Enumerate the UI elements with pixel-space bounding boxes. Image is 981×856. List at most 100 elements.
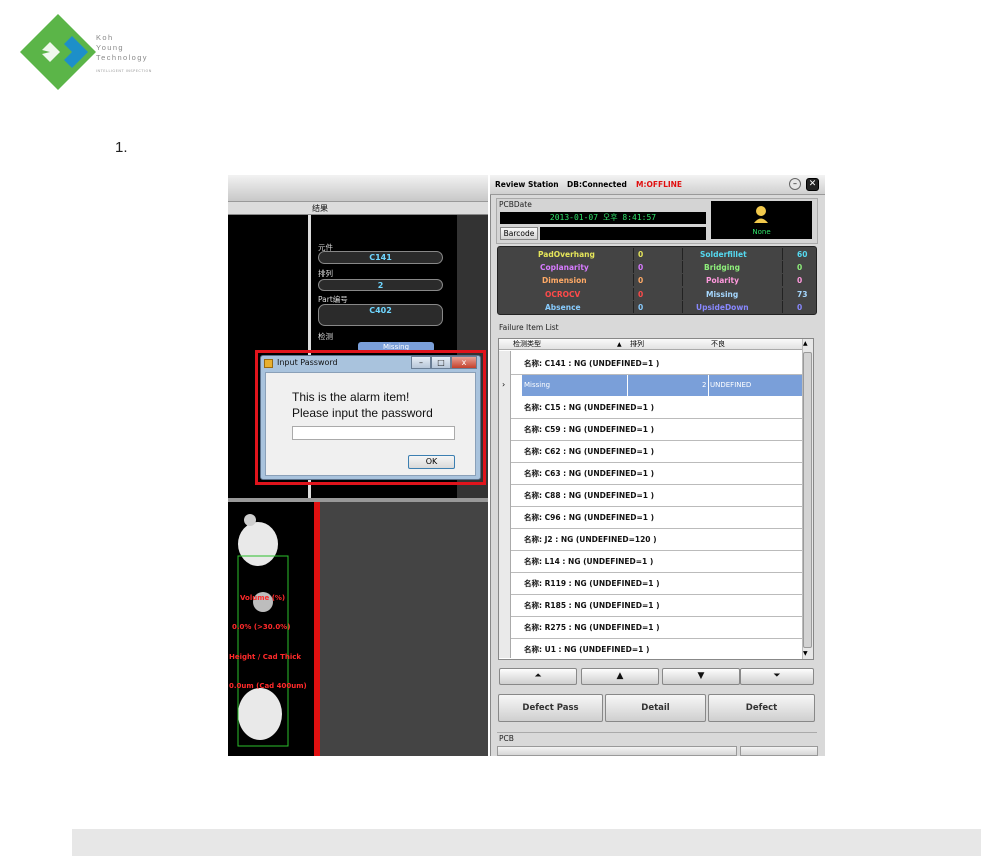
pcb-button[interactable] [740,746,818,756]
stat-divider [633,261,634,273]
view-toolbar [228,175,488,202]
inspection-label: 检测 [318,332,333,341]
array-value: 2 [318,279,443,291]
pcb-field[interactable] [497,746,737,756]
stat-label: OCROCV [545,290,581,299]
detail-button[interactable]: Detail [605,694,706,722]
selected-type: Missing [524,381,551,389]
defect-button[interactable]: Defect [708,694,815,722]
col-array[interactable]: 排列 [630,339,644,350]
review-station-title: Review Station [495,180,559,189]
stat-value: 0 [638,250,644,259]
stat-divider [782,288,783,300]
last-item-button[interactable]: ⏷ [740,668,814,685]
stat-label: Bridging [704,263,741,272]
list-item[interactable]: 名称: C141 : NG (UNDEFINED=1 ) [511,353,802,375]
list-item[interactable]: 名称: C15 : NG (UNDEFINED=1 ) [511,397,802,419]
first-item-button[interactable]: ⏶ [499,668,577,685]
component-value: C141 [318,251,443,264]
stat-row: Absence 0 UpsideDown 0 [500,301,814,314]
stat-divider [782,274,783,286]
stat-value: 0 [797,276,803,285]
stat-label: Polarity [706,276,740,285]
user-name: None [752,228,771,236]
barcode-field[interactable] [540,227,706,240]
height-label: Height / Cad Thick [229,653,302,661]
sort-arrow-icon: ▲ [617,341,622,348]
pcb-section-label: PCB [499,734,514,743]
stat-value: 0 [797,263,803,272]
list-item[interactable]: 名称: J2 : NG (UNDEFINED=120 ) [511,529,802,551]
stat-value: 60 [797,250,808,259]
stat-divider [682,301,683,313]
stat-divider [782,301,783,313]
stat-label: Absence [545,303,581,312]
col-result[interactable]: 不良 [711,339,725,350]
list-item[interactable]: 名称: U1 : NG (UNDEFINED=1 ) [511,639,802,658]
scroll-down-icon[interactable]: ▼ [803,650,808,657]
stat-value: 0 [638,303,644,312]
list-item[interactable]: 名称: C88 : NG (UNDEFINED=1 ) [511,485,802,507]
page-footer-bar [72,829,981,856]
result-header-label: 结果 [312,204,328,213]
stat-divider [682,288,683,300]
stat-row: OCROCV 0 Missing 73 [500,288,814,301]
list-item[interactable]: 名称: C59 : NG (UNDEFINED=1 ) [511,419,802,441]
stat-row: PadOverhang 0 Solderfillet 60 [500,248,814,261]
pcb-date-label: PCBDate [499,200,532,209]
stat-label: Coplanarity [540,263,589,272]
close-button[interactable]: ✕ [806,178,819,191]
logo-tagline: INTELLIGENT INSPECTION [96,69,152,73]
list-item[interactable]: 名称: R275 : NG (UNDEFINED=1 ) [511,617,802,639]
selected-array: 2 [702,381,707,389]
empty-view-area [320,502,488,756]
stat-row: Dimension 0 Polarity 0 [500,274,814,287]
volume-value: 0.0% (>30.0%) [232,623,291,631]
logo-wordmark: Koh Young Technology [96,33,148,62]
row-header-column [499,351,511,658]
next-item-button[interactable]: ▼ [662,668,740,685]
defect-pass-button[interactable]: Defect Pass [498,694,603,722]
col-inspection-type[interactable]: 检测类型 [513,339,541,350]
stat-divider [633,274,634,286]
current-row-arrow-icon: › [502,380,506,389]
stat-divider [633,288,634,300]
failure-list-label: Failure Item List [499,323,559,332]
stat-divider [682,274,683,286]
stat-row: Coplanarity 0 Bridging 0 [500,261,814,274]
list-item[interactable]: 名称: R119 : NG (UNDEFINED=1 ) [511,573,802,595]
part-number-value: C402 [318,304,443,326]
db-status: DB:Connected [567,180,627,189]
pcb-date-value: 2013-01-07 오후 8:41:57 [500,212,706,224]
list-header: 检测类型 ▲ 排列 不良 [499,339,802,350]
array-label: 排列 [318,269,333,278]
stat-value: 0 [638,263,644,272]
stat-value: 0 [797,303,803,312]
step-number: 1. [115,139,128,156]
scroll-up-icon[interactable]: ▲ [803,340,808,347]
user-icon [754,206,768,223]
pcb-section-divider [497,732,817,733]
list-item[interactable]: 名称: R185 : NG (UNDEFINED=1 ) [511,595,802,617]
prev-item-button[interactable]: ▲ [581,668,659,685]
list-item[interactable]: 名称: C96 : NG (UNDEFINED=1 ) [511,507,802,529]
list-item[interactable]: 名称: C63 : NG (UNDEFINED=1 ) [511,463,802,485]
list-item[interactable]: 名称: C62 : NG (UNDEFINED=1 ) [511,441,802,463]
stat-label: Missing [706,290,739,299]
stat-divider [682,261,683,273]
stat-divider [633,248,634,260]
selected-list-item[interactable]: Missing 2 UNDEFINED [522,375,802,396]
stat-divider [782,261,783,273]
list-item[interactable]: 名称: L14 : NG (UNDEFINED=1 ) [511,551,802,573]
stat-label: PadOverhang [538,250,595,259]
stat-value: 0 [638,290,644,299]
scrollbar-thumb[interactable] [803,352,812,648]
mode-status: M:OFFLINE [636,180,683,189]
minimize-button[interactable]: – [789,178,801,190]
stat-label: UpsideDown [696,303,749,312]
barcode-button[interactable]: Barcode [500,227,538,240]
height-value: 0.0um (Cad 400um) [229,682,307,690]
stat-divider [633,301,634,313]
stat-label: Solderfillet [700,250,747,259]
stat-value: 73 [797,290,808,299]
